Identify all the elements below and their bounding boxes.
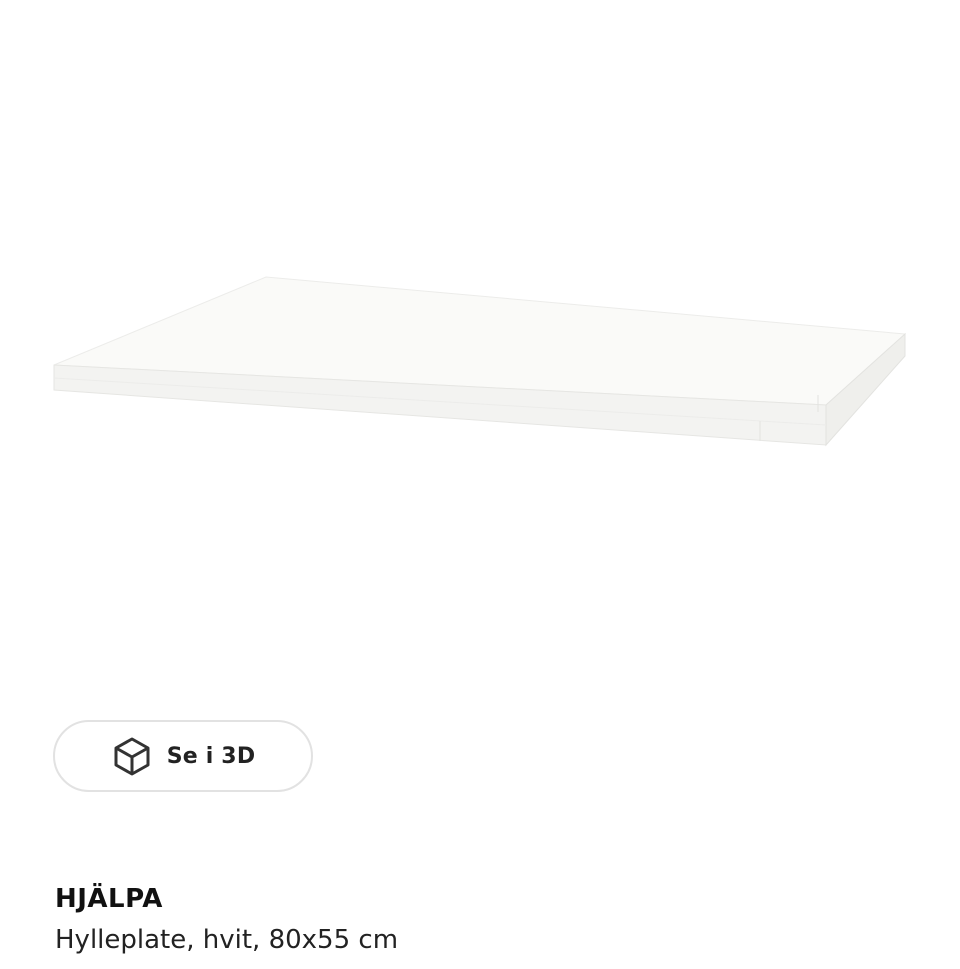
product-image[interactable] bbox=[0, 0, 960, 700]
view-3d-button[interactable]: Se i 3D bbox=[53, 720, 313, 792]
product-description: Hylleplate, hvit, 80x55 cm bbox=[55, 925, 399, 955]
view-3d-label: Se i 3D bbox=[166, 743, 256, 769]
shelf-illustration bbox=[53, 276, 907, 447]
cube-icon bbox=[111, 735, 153, 777]
product-name: HJÄLPA bbox=[55, 884, 163, 914]
